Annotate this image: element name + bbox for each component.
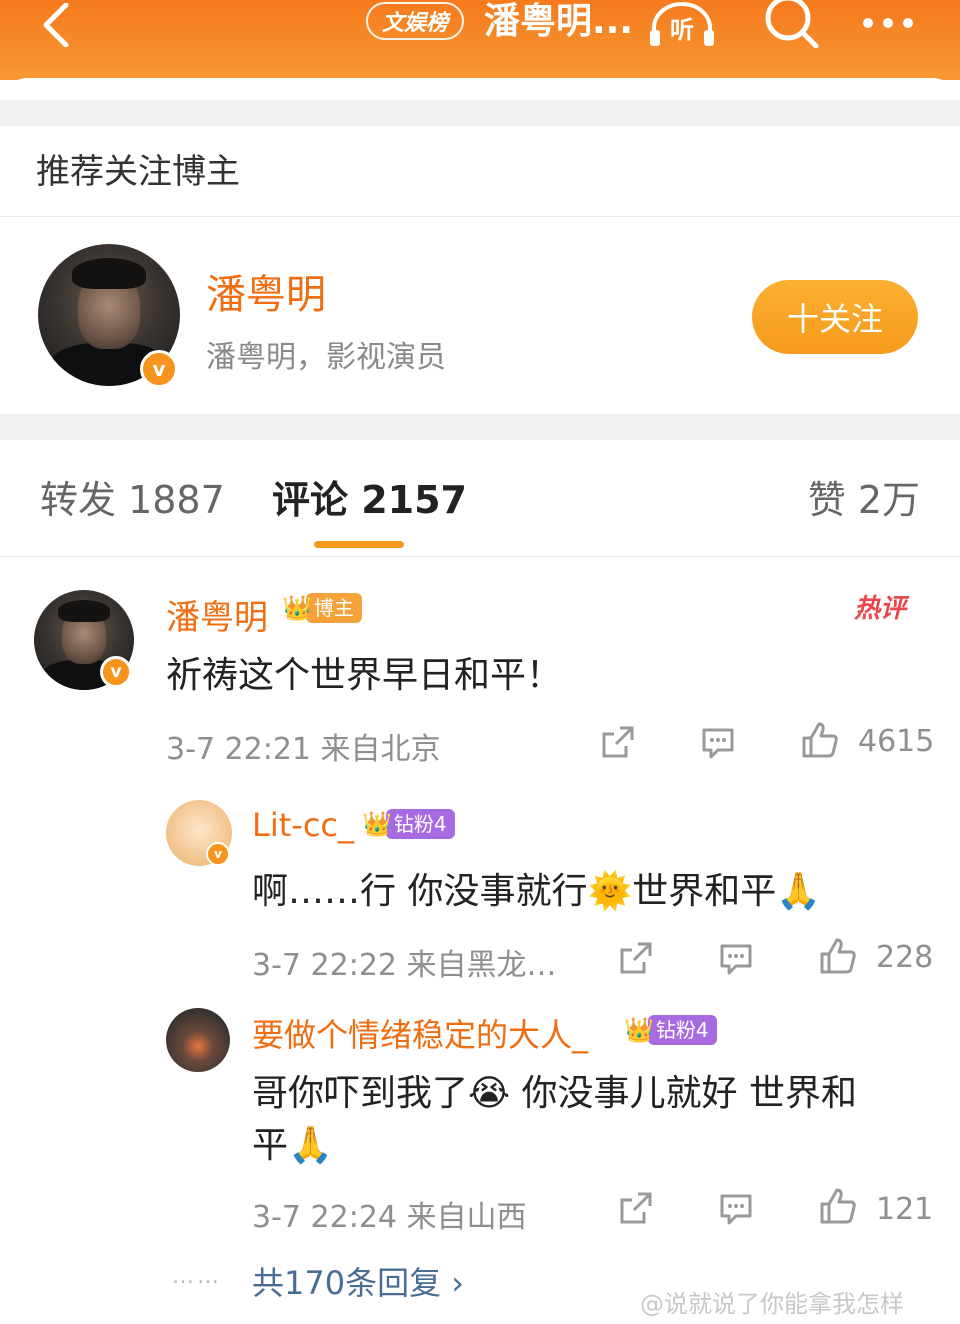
reply-text-continued: 平🙏 bbox=[252, 1125, 333, 1166]
verified-badge-icon: v bbox=[100, 656, 132, 688]
page-title: 潘粤明... bbox=[484, 1, 634, 42]
like-count: 4615 bbox=[858, 724, 935, 759]
more-replies-link[interactable]: 共170条回复 › bbox=[252, 1258, 464, 1304]
thread-dots: …… bbox=[172, 1264, 222, 1289]
watermark: @说就说了你能拿我怎样 bbox=[640, 1290, 904, 1318]
listen-button[interactable]: 听 bbox=[646, 0, 718, 46]
divider bbox=[0, 556, 960, 557]
fan-level-badge: 👑 钻粉4 bbox=[362, 806, 455, 842]
comment-author[interactable]: 潘粤明 bbox=[166, 590, 268, 639]
verified-badge-icon: v bbox=[140, 350, 178, 388]
share-icon[interactable] bbox=[616, 938, 656, 978]
listen-label: 听 bbox=[670, 16, 694, 44]
recommended-user-name[interactable]: 潘粤明 bbox=[206, 262, 326, 320]
headphones-icon: 听 bbox=[650, 2, 714, 46]
reply-meta: 3-7 22:22 来自黑龙… bbox=[252, 948, 557, 983]
comment-meta: 3-7 22:21 来自北京 bbox=[166, 732, 441, 767]
like-icon[interactable] bbox=[818, 936, 858, 976]
like-count: 228 bbox=[876, 940, 934, 975]
reply-avatar[interactable] bbox=[166, 1008, 230, 1072]
reply-meta: 3-7 22:24 来自山西 bbox=[252, 1200, 527, 1235]
comment-icon[interactable] bbox=[716, 938, 756, 978]
crown-icon: 👑 bbox=[624, 1016, 654, 1044]
host-badge: 👑 博主 bbox=[282, 590, 362, 626]
chevron-left-icon bbox=[43, 3, 69, 47]
like-icon[interactable] bbox=[818, 1186, 858, 1226]
share-icon[interactable] bbox=[616, 1188, 656, 1228]
active-tab-indicator bbox=[314, 541, 404, 548]
tab-repost[interactable]: 转发 1887 bbox=[40, 470, 225, 530]
divider-band bbox=[0, 100, 960, 126]
crown-icon: 👑 bbox=[282, 594, 312, 622]
entertainment-rank-badge[interactable]: 文娱榜 bbox=[366, 2, 464, 40]
reply-author[interactable]: 要做个情绪稳定的大人_ bbox=[252, 1010, 588, 1056]
comment-icon[interactable] bbox=[716, 1188, 756, 1228]
tab-comment[interactable]: 评论 2157 bbox=[272, 470, 467, 530]
comment-icon[interactable] bbox=[698, 722, 738, 762]
like-icon[interactable] bbox=[800, 720, 840, 760]
crown-icon: 👑 bbox=[362, 810, 392, 838]
fan-level-badge: 👑 钻粉4 bbox=[624, 1012, 717, 1048]
share-icon[interactable] bbox=[598, 722, 638, 762]
verified-badge-icon: v bbox=[206, 842, 230, 866]
top-bar: 文娱榜 潘粤明... 听 bbox=[0, 0, 960, 80]
divider bbox=[0, 216, 960, 217]
comment-text: 祈祷这个世界早日和平！ bbox=[166, 655, 563, 696]
like-count: 121 bbox=[876, 1192, 934, 1227]
divider-band bbox=[0, 414, 960, 440]
reply-text: 啊……行 你没事就行🌞世界和平🙏 bbox=[252, 871, 822, 912]
search-icon bbox=[765, 0, 819, 48]
recommend-section-title: 推荐关注博主 bbox=[36, 152, 240, 192]
search-button[interactable] bbox=[754, 0, 826, 48]
back-button[interactable] bbox=[36, 0, 76, 50]
reply-author[interactable]: Lit-cc_ bbox=[252, 806, 354, 844]
reply-text: 哥你吓到我了😭 你没事儿就好 世界和 bbox=[252, 1073, 857, 1114]
follow-button[interactable]: 十关注 bbox=[752, 280, 918, 354]
recommended-user-description: 潘粤明，影视演员 bbox=[206, 340, 446, 375]
more-dots-icon bbox=[863, 18, 913, 28]
more-button[interactable] bbox=[852, 0, 924, 46]
tab-like[interactable]: 赞 2万 bbox=[808, 470, 920, 530]
hot-comment-label: 热评 bbox=[854, 594, 907, 624]
